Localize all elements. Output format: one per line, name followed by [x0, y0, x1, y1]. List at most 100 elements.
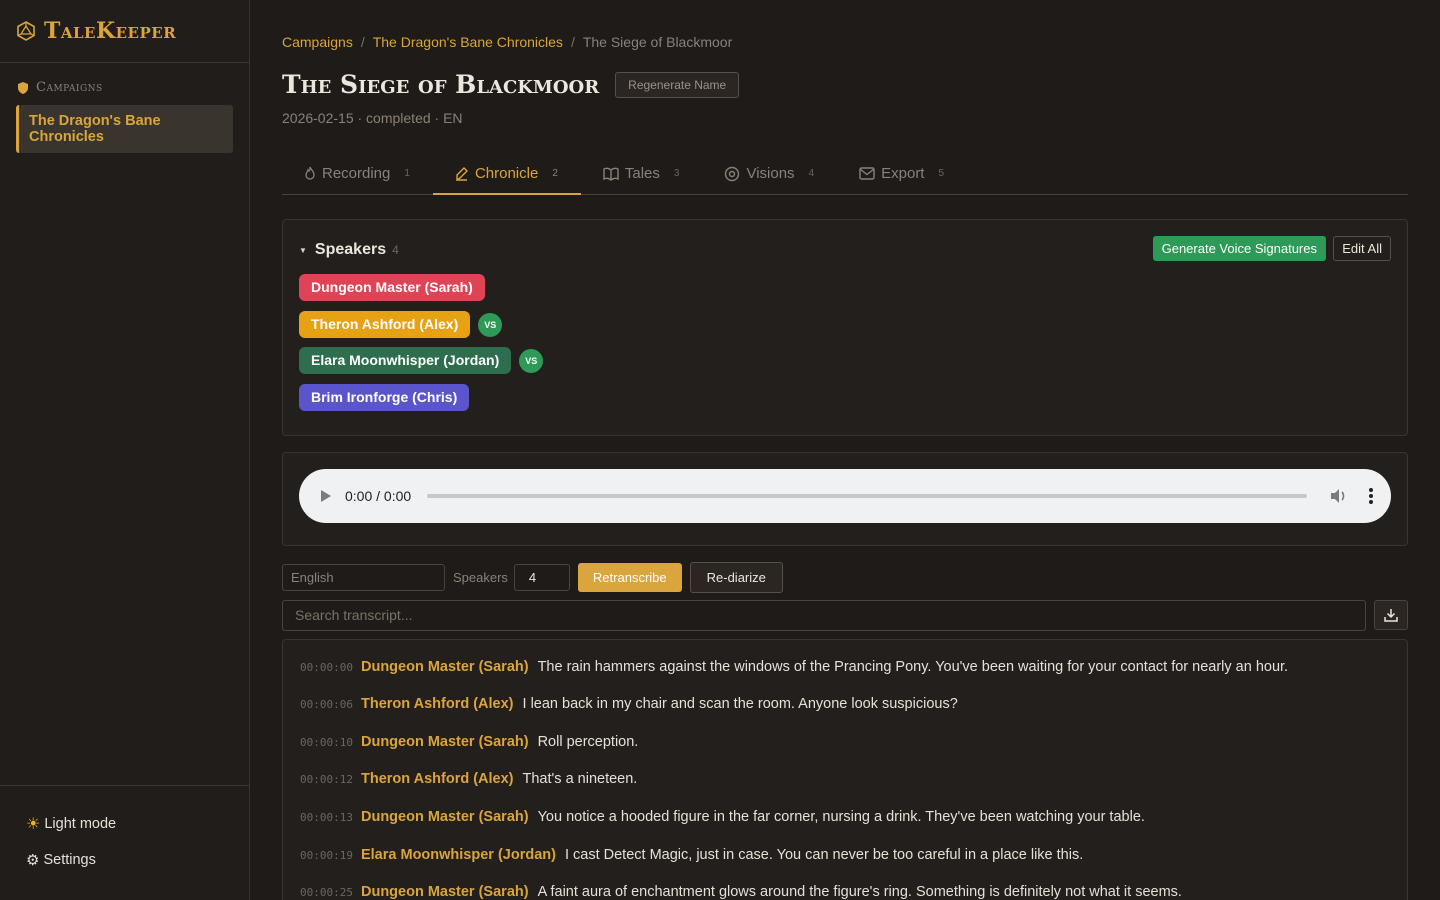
tab-number: 5: [938, 168, 945, 179]
sidebar-item-campaign[interactable]: The Dragon's Bane Chronicles: [16, 105, 233, 153]
audio-panel: 0:00 / 0:00: [282, 452, 1408, 546]
tab-number: 2: [552, 167, 558, 179]
timestamp[interactable]: 00:00:06: [300, 698, 353, 711]
volume-icon[interactable]: [1329, 488, 1347, 504]
light-mode-label: Light mode: [44, 816, 117, 832]
regenerate-name-button[interactable]: Regenerate Name: [615, 71, 740, 98]
session-meta: 2026-02-15 · completed · EN: [282, 110, 463, 126]
utterance-text: I lean back in my chair and scan the roo…: [522, 696, 958, 712]
rediarize-button[interactable]: Re-diarize: [689, 562, 783, 593]
speaker-name[interactable]: Dungeon Master (Sarah): [361, 884, 529, 900]
tab-chronicle[interactable]: Chronicle 2: [432, 153, 581, 195]
search-transcript-input[interactable]: Search transcript...: [282, 600, 1366, 631]
speakers-count-input[interactable]: 4: [513, 564, 570, 591]
breadcrumb-separator: /: [570, 34, 575, 50]
transcript-line[interactable]: 00:00:13 Dungeon Master (Sarah) You noti…: [300, 809, 1145, 825]
eye-icon: [725, 166, 740, 181]
tab-recording[interactable]: Recording 1: [282, 153, 433, 194]
page-title: The Siege of Blackmoor: [282, 70, 600, 99]
campaigns-heading: Campaigns: [16, 80, 233, 95]
transcript-line[interactable]: 00:00:00 Dungeon Master (Sarah) The rain…: [300, 659, 1288, 675]
tab-label: Recording: [322, 165, 391, 182]
timestamp[interactable]: 00:00:13: [300, 811, 353, 824]
speaker-row: Brim Ironforge (Chris): [299, 384, 470, 411]
timestamp[interactable]: 00:00:12: [300, 773, 353, 786]
title-row: The Siege of Blackmoor Regenerate Name: [282, 70, 740, 99]
edit-all-button[interactable]: Edit All: [1333, 236, 1391, 261]
shield-icon: [18, 81, 28, 94]
transcription-controls: English Speakers 4 Retranscribe Re-diari…: [282, 562, 783, 593]
timestamp[interactable]: 00:00:00: [300, 661, 353, 674]
transcript-line[interactable]: 00:00:10 Dungeon Master (Sarah) Roll per…: [300, 734, 638, 750]
collapse-caret-icon[interactable]: ▼: [299, 246, 307, 255]
audio-time: 0:00 / 0:00: [345, 488, 412, 504]
voice-signature-badge: VS: [519, 348, 544, 373]
sidebar-footer: ☀ Light mode ⚙ Settings: [0, 785, 249, 900]
speaker-name[interactable]: Dungeon Master (Sarah): [361, 809, 529, 825]
tab-label: Visions: [746, 165, 795, 182]
utterance-text: That's a nineteen.: [522, 771, 638, 787]
speakers-panel: ▼ Speakers 4 Generate Voice Signatures E…: [282, 219, 1408, 436]
speaker-name[interactable]: Elara Moonwhisper (Jordan): [361, 847, 556, 863]
download-icon: [1384, 609, 1398, 622]
timestamp[interactable]: 00:00:10: [300, 736, 353, 749]
speakers-count-label: Speakers: [453, 570, 508, 585]
voice-signature-badge: VS: [478, 312, 503, 337]
quill-icon: [456, 166, 468, 181]
app-name: TaleKeeper: [44, 18, 177, 44]
speaker-chip[interactable]: Elara Moonwhisper (Jordan): [299, 347, 512, 374]
gear-icon: ⚙: [26, 852, 40, 869]
play-icon[interactable]: [321, 490, 331, 502]
tab-number: 3: [673, 168, 680, 179]
utterance-text: I cast Detect Magic, just in case. You c…: [564, 847, 1084, 863]
tab-label: Export: [881, 165, 925, 182]
speaker-name[interactable]: Dungeon Master (Sarah): [361, 659, 529, 675]
retranscribe-button[interactable]: Retranscribe: [577, 563, 682, 592]
speaker-chip[interactable]: Theron Ashford (Alex): [299, 311, 471, 338]
tab-bar: Recording 1 Chronicle 2 Tales 3 Visions …: [282, 153, 1408, 195]
speaker-chip[interactable]: Brim Ironforge (Chris): [299, 384, 470, 411]
tab-visions[interactable]: Visions 4: [702, 153, 837, 194]
breadcrumb-campaigns[interactable]: Campaigns: [282, 34, 353, 50]
settings-link[interactable]: ⚙ Settings: [26, 842, 223, 878]
transcript-line[interactable]: 00:00:06 Theron Ashford (Alex) I lean ba…: [300, 696, 958, 712]
tab-label: Tales: [624, 165, 660, 182]
utterance-text: Roll perception.: [537, 734, 639, 750]
speaker-name[interactable]: Theron Ashford (Alex): [361, 696, 514, 712]
tab-tales[interactable]: Tales 3: [581, 153, 703, 194]
speakers-count: 4: [392, 243, 399, 257]
breadcrumb-campaign[interactable]: The Dragon's Bane Chronicles: [373, 34, 563, 50]
timestamp[interactable]: 00:00:19: [300, 849, 353, 862]
more-options-icon[interactable]: [1369, 488, 1373, 504]
language-input[interactable]: English: [282, 564, 445, 591]
breadcrumb-current: The Siege of Blackmoor: [582, 34, 733, 50]
brand[interactable]: TaleKeeper: [0, 0, 249, 63]
tab-number: 1: [404, 168, 410, 179]
download-button[interactable]: [1374, 600, 1408, 630]
transcript-line[interactable]: 00:00:12 Theron Ashford (Alex) That's a …: [300, 771, 637, 787]
transcript-line[interactable]: 00:00:25 Dungeon Master (Sarah) A faint …: [300, 884, 1182, 900]
sun-icon: ☀: [26, 816, 41, 833]
light-mode-toggle[interactable]: ☀ Light mode: [26, 806, 223, 842]
audio-progress-track[interactable]: [427, 494, 1307, 498]
tab-export[interactable]: Export 5: [837, 153, 967, 194]
timestamp[interactable]: 00:00:25: [300, 886, 353, 899]
speaker-row: Theron Ashford (Alex) VS: [299, 311, 503, 338]
tab-number: 4: [808, 168, 815, 179]
speaker-chip[interactable]: Dungeon Master (Sarah): [299, 274, 485, 301]
speakers-header[interactable]: ▼ Speakers 4: [299, 241, 399, 259]
utterance-text: A faint aura of enchantment glows around…: [537, 884, 1182, 900]
tab-label: Chronicle: [474, 164, 539, 182]
campaigns-heading-label: Campaigns: [36, 80, 103, 95]
speakers-title: Speakers: [314, 241, 387, 258]
transcript-line[interactable]: 00:00:19 Elara Moonwhisper (Jordan) I ca…: [300, 847, 1083, 863]
speaker-name[interactable]: Theron Ashford (Alex): [361, 771, 514, 787]
utterance-text: You notice a hooded figure in the far co…: [537, 809, 1145, 825]
transcript-panel: 00:00:00 Dungeon Master (Sarah) The rain…: [282, 639, 1408, 900]
speaker-row: Elara Moonwhisper (Jordan) VS: [299, 347, 544, 374]
audio-player: 0:00 / 0:00: [299, 469, 1391, 523]
generate-voice-signatures-button[interactable]: Generate Voice Signatures: [1152, 236, 1326, 261]
sidebar: TaleKeeper Campaigns The Dragon's Bane C…: [0, 0, 250, 900]
breadcrumb: Campaigns / The Dragon's Bane Chronicles…: [282, 34, 732, 50]
speaker-name[interactable]: Dungeon Master (Sarah): [361, 734, 529, 750]
